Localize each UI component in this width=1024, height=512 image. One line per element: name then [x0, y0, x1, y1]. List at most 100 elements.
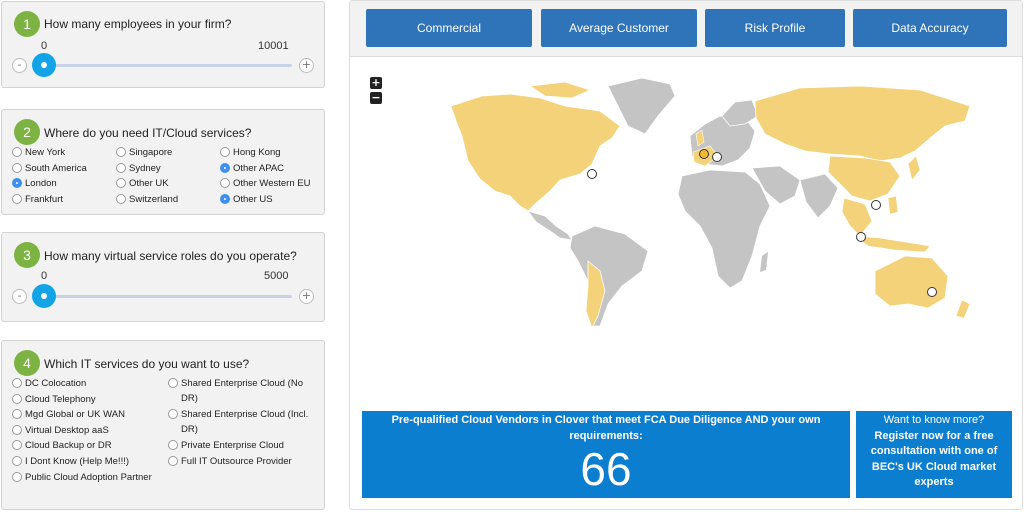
location-option-label: Other UK — [129, 178, 169, 189]
location-option[interactable]: Sydney — [116, 161, 161, 176]
radio-button[interactable] — [12, 147, 22, 157]
location-option[interactable]: Switzerland — [116, 192, 178, 207]
location-option[interactable]: Frankfurt — [12, 192, 63, 207]
cta-register-text[interactable]: Register now for a free consultation wit… — [856, 429, 1012, 491]
radio-button[interactable] — [116, 147, 126, 157]
employees-slider-handle[interactable] — [32, 53, 56, 77]
world-map[interactable] — [360, 76, 980, 326]
radio-button[interactable] — [168, 440, 178, 450]
tab-risk-profile[interactable]: Risk Profile — [705, 9, 845, 47]
step-number-badge: 2 — [14, 119, 40, 145]
service-option[interactable]: Shared Enterprise Cloud (No DR) — [168, 376, 316, 406]
radio-button[interactable] — [12, 456, 22, 466]
service-option-label: Cloud Backup or DR — [25, 440, 112, 452]
radio-button[interactable] — [12, 440, 22, 451]
indonesia-shape — [854, 235, 931, 253]
locations-panel: 2 Where do you need IT/Cloud services? N… — [1, 109, 325, 215]
radio-button[interactable] — [12, 393, 22, 404]
service-option[interactable]: Public Cloud Adoption Partner — [12, 470, 162, 485]
step-number-badge: 4 — [14, 350, 40, 376]
slider-max-label: 5000 — [264, 270, 289, 282]
radio-button[interactable] — [116, 162, 126, 173]
employees-panel: 1 How many employees in your firm? 0 100… — [1, 1, 325, 88]
service-option[interactable]: Shared Enterprise Cloud (Incl. DR) — [168, 407, 316, 437]
service-option-label: Public Cloud Adoption Partner — [25, 471, 152, 483]
location-option-label: Frankfurt — [25, 193, 64, 205]
radio-button[interactable] — [12, 378, 22, 388]
radio-button[interactable] — [220, 162, 230, 173]
roles-panel: 3 How many virtual service roles do you … — [1, 232, 325, 322]
question-text: Which IT services do you want to use? — [44, 357, 250, 371]
radio-button[interactable] — [12, 193, 22, 204]
location-option[interactable]: New York — [12, 145, 65, 160]
tab-average-customer[interactable]: Average Customer — [541, 9, 697, 47]
service-option-label: DC Colocation — [25, 378, 87, 389]
location-option-label: South America — [25, 162, 87, 174]
service-option-label: Mgd Global or UK WAN — [25, 409, 125, 421]
location-option-label: London — [25, 178, 57, 189]
radio-button[interactable] — [116, 193, 126, 204]
radio-button[interactable] — [12, 409, 22, 420]
question-text: How many virtual service roles do you op… — [44, 249, 297, 263]
location-option[interactable]: Other APAC — [220, 161, 284, 176]
decrement-button[interactable]: - — [12, 289, 27, 304]
radio-button[interactable] — [116, 178, 126, 188]
service-option-label: Full IT Outsource Provider — [181, 456, 292, 467]
location-option[interactable]: Singapore — [116, 145, 172, 160]
roles-slider-handle[interactable] — [32, 284, 56, 308]
service-option[interactable]: Mgd Global or UK WAN — [12, 407, 162, 422]
radio-button[interactable] — [12, 178, 22, 188]
vendor-count-value: 66 — [580, 443, 632, 495]
service-option-label: Cloud Telephony — [25, 393, 96, 405]
service-option[interactable]: I Dont Know (Help Me!!!) — [12, 454, 162, 469]
central-america-shape — [526, 210, 573, 241]
location-option[interactable]: South America — [12, 161, 87, 176]
services-panel: 4 Which IT services do you want to use? … — [1, 340, 325, 510]
slider-min-label: 0 — [41, 40, 48, 52]
slider-min-label: 0 — [41, 270, 48, 282]
radio-button[interactable] — [168, 456, 178, 466]
register-cta[interactable]: Want to know more? Register now for a fr… — [856, 411, 1012, 498]
service-option[interactable]: Full IT Outsource Provider — [168, 454, 316, 469]
scandinavia-shape — [721, 99, 759, 127]
radio-button[interactable] — [12, 471, 22, 482]
tab-commercial[interactable]: Commercial — [366, 9, 532, 47]
vendor-count-box: Pre-qualified Cloud Vendors in Clover th… — [362, 411, 850, 498]
japan-shape — [907, 155, 921, 181]
cta-heading: Want to know more? — [883, 414, 985, 426]
new-york-marker — [587, 169, 597, 179]
vendor-count-title: Pre-qualified Cloud Vendors in Clover th… — [391, 414, 821, 442]
service-option-label: I Dont Know (Help Me!!!) — [25, 456, 130, 467]
service-option-label: Virtual Desktop aaS — [25, 424, 109, 436]
step-number-badge: 3 — [14, 242, 40, 268]
roles-slider-track[interactable] — [44, 295, 292, 298]
madagascar-shape — [760, 252, 768, 272]
radio-button[interactable] — [220, 178, 230, 188]
radio-button[interactable] — [168, 378, 178, 388]
radio-button[interactable] — [12, 424, 22, 435]
increment-button[interactable]: + — [299, 58, 314, 73]
radio-button[interactable] — [12, 162, 22, 173]
location-option-label: Hong Kong — [233, 147, 281, 158]
location-option[interactable]: London — [12, 176, 57, 191]
radio-button[interactable] — [220, 193, 230, 204]
service-option[interactable]: Virtual Desktop aaS — [12, 423, 162, 438]
radio-button[interactable] — [220, 147, 230, 157]
tab-data-accuracy[interactable]: Data Accuracy — [853, 9, 1007, 47]
radio-button[interactable] — [168, 409, 178, 419]
russia-asia-shape — [754, 85, 971, 162]
location-option[interactable]: Other US — [220, 192, 273, 207]
increment-button[interactable]: + — [299, 289, 314, 304]
location-option-label: Other Western EU — [233, 178, 311, 189]
location-option[interactable]: Other Western EU — [220, 176, 310, 191]
service-option[interactable]: Cloud Backup or DR — [12, 438, 162, 453]
service-option[interactable]: DC Colocation — [12, 376, 162, 391]
service-option[interactable]: Cloud Telephony — [12, 392, 162, 407]
service-option[interactable]: Private Enterprise Cloud — [168, 438, 316, 453]
decrement-button[interactable]: - — [12, 58, 27, 73]
step-number-badge: 1 — [14, 11, 40, 37]
arctic-islands-shape — [528, 81, 592, 99]
employees-slider-track[interactable] — [44, 64, 292, 67]
location-option[interactable]: Other UK — [116, 176, 169, 191]
location-option[interactable]: Hong Kong — [220, 145, 281, 160]
